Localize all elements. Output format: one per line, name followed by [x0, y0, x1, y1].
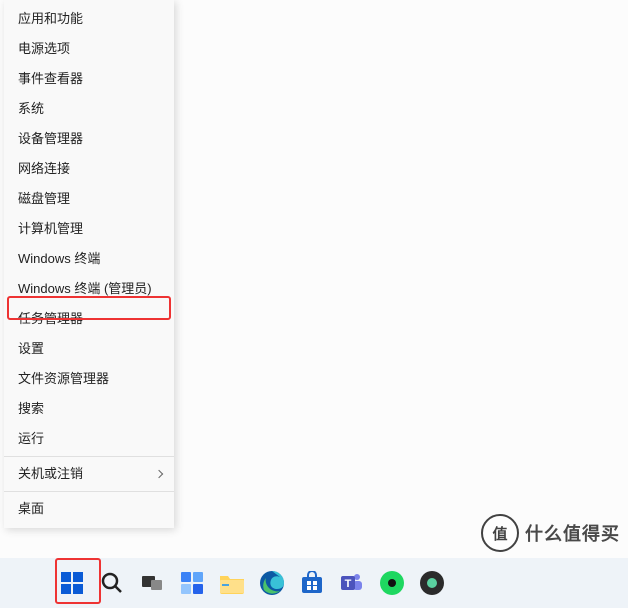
desktop: 应用和功能 电源选项 事件查看器 系统 设备管理器 网络连接 磁盘管理 计算机管…	[0, 0, 628, 608]
menu-separator	[4, 456, 174, 457]
menu-label: 关机或注销	[18, 466, 83, 481]
menu-run[interactable]: 运行	[4, 424, 174, 454]
menu-disk-management[interactable]: 磁盘管理	[4, 184, 174, 214]
menu-windows-terminal-admin[interactable]: Windows 终端 (管理员)	[4, 274, 174, 304]
winx-menu: 应用和功能 电源选项 事件查看器 系统 设备管理器 网络连接 磁盘管理 计算机管…	[4, 0, 174, 528]
folder-icon	[219, 572, 245, 594]
menu-label: 任务管理器	[18, 311, 83, 326]
watermark: 值 什么值得买	[481, 514, 620, 552]
menu-shutdown-signout[interactable]: 关机或注销	[4, 459, 174, 489]
start-button[interactable]	[58, 569, 86, 597]
watermark-logo-text: 值	[492, 523, 507, 544]
menu-label: 搜索	[18, 401, 44, 416]
teams-icon: T	[339, 570, 365, 596]
menu-label: 网络连接	[18, 161, 70, 176]
menu-label: 计算机管理	[18, 221, 83, 236]
watermark-text: 什么值得买	[525, 520, 620, 546]
task-view-icon	[140, 571, 164, 595]
menu-label: 桌面	[18, 501, 44, 516]
spotify-button[interactable]	[378, 569, 406, 597]
file-explorer-button[interactable]	[218, 569, 246, 597]
spotify-icon	[379, 570, 405, 596]
menu-label: 设备管理器	[18, 131, 83, 146]
menu-device-manager[interactable]: 设备管理器	[4, 124, 174, 154]
menu-windows-terminal[interactable]: Windows 终端	[4, 244, 174, 274]
widgets-icon	[180, 571, 204, 595]
menu-computer-management[interactable]: 计算机管理	[4, 214, 174, 244]
menu-label: 文件资源管理器	[18, 371, 109, 386]
watermark-logo-icon: 值	[481, 514, 519, 552]
svg-text:T: T	[345, 578, 352, 590]
edge-icon	[259, 570, 285, 596]
store-icon	[300, 571, 324, 595]
menu-separator	[4, 491, 174, 492]
menu-apps-features[interactable]: 应用和功能	[4, 4, 174, 34]
app-icon	[419, 570, 445, 596]
menu-file-explorer[interactable]: 文件资源管理器	[4, 364, 174, 394]
taskbar: T	[0, 558, 628, 608]
menu-power-options[interactable]: 电源选项	[4, 34, 174, 64]
search-icon	[100, 571, 124, 595]
menu-label: Windows 终端	[18, 251, 100, 266]
edge-button[interactable]	[258, 569, 286, 597]
windows-logo-icon	[60, 571, 84, 595]
menu-search[interactable]: 搜索	[4, 394, 174, 424]
menu-label: 设置	[18, 341, 44, 356]
menu-label: Windows 终端 (管理员)	[18, 281, 152, 296]
menu-system[interactable]: 系统	[4, 94, 174, 124]
task-view-button[interactable]	[138, 569, 166, 597]
menu-desktop[interactable]: 桌面	[4, 494, 174, 524]
menu-label: 系统	[18, 101, 44, 116]
search-button[interactable]	[98, 569, 126, 597]
menu-task-manager[interactable]: 任务管理器	[4, 304, 174, 334]
menu-settings[interactable]: 设置	[4, 334, 174, 364]
teams-button[interactable]: T	[338, 569, 366, 597]
widgets-button[interactable]	[178, 569, 206, 597]
menu-label: 运行	[18, 431, 44, 446]
menu-network-connections[interactable]: 网络连接	[4, 154, 174, 184]
menu-label: 磁盘管理	[18, 191, 70, 206]
menu-label: 事件查看器	[18, 71, 83, 86]
menu-label: 电源选项	[18, 41, 70, 56]
app-button[interactable]	[418, 569, 446, 597]
menu-event-viewer[interactable]: 事件查看器	[4, 64, 174, 94]
menu-label: 应用和功能	[18, 11, 83, 26]
store-button[interactable]	[298, 569, 326, 597]
